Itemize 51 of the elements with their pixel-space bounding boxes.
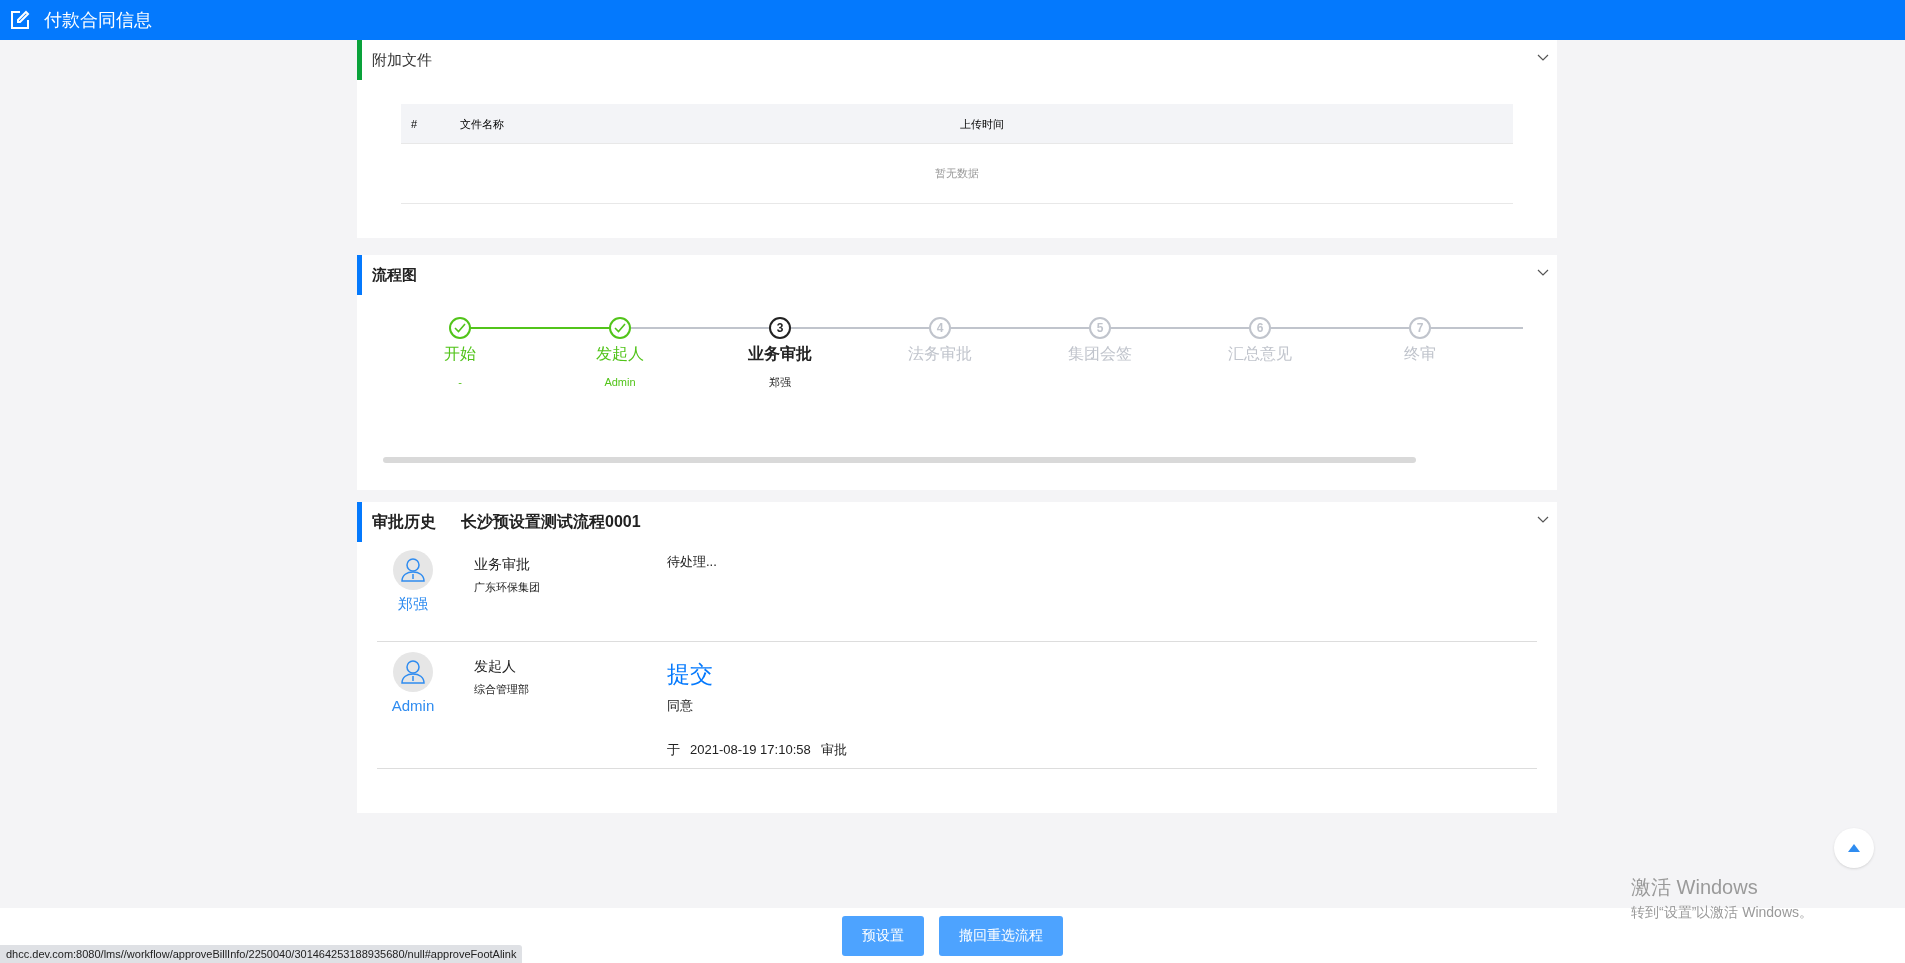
step-label: 终审 [1404,344,1436,364]
process-name: 长沙预设置测试流程0001 [461,512,641,532]
chevron-icon[interactable] [1537,269,1549,277]
step-label: 开始 [444,344,476,364]
edit-icon [10,10,30,30]
section-title: 附加文件 [372,49,432,70]
step-number: 3 [776,322,784,334]
column-header: 上传时间 [960,117,1004,132]
back-to-top-button[interactable] [1834,828,1874,868]
footer-button[interactable]: 撤回重选流程 [939,915,1063,956]
status-url: dhcc.dev.com:8080/lms//workflow/approveBillInfo/2250040/301464253188935680/null#approveFootAlink [0,945,523,963]
footer-button[interactable]: 预设置 [842,915,924,956]
step-label: 法务审批 [908,344,972,364]
page-title: 付款合同信息 [44,8,152,32]
column-header: # [411,117,418,132]
user-name: Admin [391,696,435,716]
step-label: 发起人 [596,344,644,364]
avatar-icon [393,652,433,692]
section-title: 流程图 [372,264,417,285]
empty-text: 暂无数据 [935,166,979,181]
step-person: Admin [604,375,636,390]
time-prefix: 于 [667,740,680,759]
activation-title: 激活 Windows [1631,875,1759,900]
caret-up-icon [1848,844,1860,852]
status-text: 待处理... [667,553,717,571]
action-text: 提交 [667,660,714,689]
department-name: 广东环保集团 [474,580,541,595]
step-person: 郑强 [769,375,791,390]
check-icon [614,323,626,333]
chevron-icon[interactable] [1537,54,1549,62]
avatar-icon [393,550,433,590]
approval-time: 2021-08-19 17:10:58 [690,740,811,759]
comment-text: 同意 [667,697,694,715]
department-name: 综合管理部 [474,682,530,697]
node-name: 业务审批 [474,555,531,574]
step-label: 业务审批 [748,344,812,364]
check-icon [454,323,466,333]
step-number: 4 [936,322,944,334]
step-label: 汇总意见 [1228,344,1292,364]
node-name: 发起人 [474,657,517,676]
step-person: - [458,375,462,390]
chevron-icon[interactable] [1537,516,1549,524]
step-label: 集团会签 [1068,344,1132,364]
step-number: 7 [1416,322,1424,334]
step-number: 5 [1096,322,1104,334]
user-name: 郑强 [398,594,428,614]
time-suffix: 审批 [820,740,847,759]
section-title: 审批历史 [372,512,436,532]
column-header: 文件名称 [460,117,504,132]
step-number: 6 [1256,322,1264,334]
activation-text: 转到“设置”以激活 Windows。 [1631,903,1813,922]
